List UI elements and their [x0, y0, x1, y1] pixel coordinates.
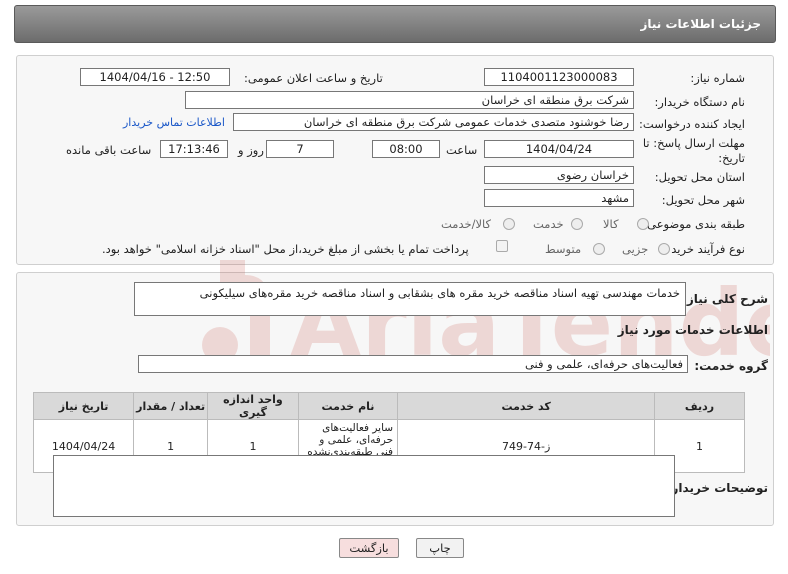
- process-type-label: نوع فرآیند خرید :: [663, 242, 745, 256]
- col-unit: واحد اندازه گیری: [207, 392, 299, 420]
- remaining-time-label: ساعت باقی مانده: [66, 143, 152, 157]
- print-button[interactable]: چاپ: [416, 538, 464, 558]
- category-radio-goods[interactable]: [637, 218, 649, 230]
- page-header: جزئیات اطلاعات نیاز: [14, 5, 776, 43]
- col-need-date: تاریخ نیاز: [32, 392, 135, 420]
- remaining-days-label: روز و: [238, 143, 264, 157]
- deadline-date-field[interactable]: 1404/04/24: [484, 140, 634, 158]
- deadline-label: مهلت ارسال پاسخ: تا تاریخ:: [642, 136, 745, 165]
- category-radio-goods-service[interactable]: [503, 218, 515, 230]
- city-field[interactable]: مشهد: [484, 189, 634, 207]
- treasury-payment-checkbox[interactable]: [496, 240, 508, 252]
- page-title: جزئیات اطلاعات نیاز: [640, 17, 761, 31]
- category-radio-service[interactable]: [571, 218, 583, 230]
- creator-label: ایجاد کننده درخواست:: [639, 117, 745, 131]
- category-option-goods-service: کالا/خدمت: [441, 217, 492, 231]
- need-number-label: شماره نیاز:: [690, 71, 745, 85]
- process-option-minor: جزیی: [622, 242, 649, 256]
- service-group-field[interactable]: فعالیت‌های حرفه‌ای، علمی و فنی: [138, 355, 688, 373]
- summary-label: شرح کلی نیاز:: [682, 292, 768, 306]
- creator-field[interactable]: رضا خوشنود متصدی خدمات عمومی شرکت برق من…: [233, 113, 634, 131]
- announce-date-label: تاریخ و ساعت اعلان عمومی:: [244, 71, 383, 85]
- deadline-time-label: ساعت: [446, 143, 478, 157]
- back-button[interactable]: بازگشت: [339, 538, 399, 558]
- category-label: طبقه بندی موضوعی:: [643, 217, 745, 231]
- deadline-time-field[interactable]: 08:00: [372, 140, 440, 158]
- buyer-notes-label: توضیحات خریدار:: [666, 481, 768, 495]
- col-service-code: کد خدمت: [397, 392, 656, 420]
- treasury-payment-note: پرداخت تمام یا بخشی از مبلغ خرید،از محل …: [102, 242, 469, 256]
- remaining-time-field[interactable]: 17:13:46: [160, 140, 228, 158]
- process-option-medium: متوسط: [545, 242, 582, 256]
- province-field[interactable]: خراسان رضوی: [484, 166, 634, 184]
- category-option-goods: کالا: [603, 217, 619, 231]
- buyer-org-label: نام دستگاه خریدار:: [654, 95, 745, 109]
- buyer-notes-field[interactable]: [53, 455, 675, 517]
- buyer-contact-link[interactable]: اطلاعات تماس خریدار: [123, 116, 225, 129]
- process-radio-medium[interactable]: [593, 243, 605, 255]
- need-number-field[interactable]: 1104001123000083: [484, 68, 634, 86]
- announce-date-field[interactable]: 1404/04/16 - 12:50: [80, 68, 230, 86]
- services-section-title: اطلاعات خدمات مورد نیاز: [617, 323, 768, 337]
- summary-field[interactable]: خدمات مهندسی تهیه اسناد مناقصه خرید مقره…: [134, 282, 686, 316]
- remaining-days-field[interactable]: 7: [266, 140, 334, 158]
- province-label: استان محل تحویل:: [654, 170, 745, 184]
- col-row-number: ردیف: [654, 392, 745, 420]
- table-header-row: تاریخ نیاز تعداد / مقدار واحد اندازه گیر…: [32, 392, 770, 420]
- col-service-name: نام خدمت: [297, 392, 399, 420]
- category-option-service: خدمت: [533, 217, 564, 231]
- buyer-org-field[interactable]: شرکت برق منطقه ای خراسان: [185, 91, 634, 109]
- process-radio-minor[interactable]: [658, 243, 670, 255]
- service-group-label: گروه خدمت:: [694, 359, 768, 373]
- col-quantity: تعداد / مقدار: [133, 392, 209, 420]
- city-label: شهر محل تحویل:: [661, 193, 745, 207]
